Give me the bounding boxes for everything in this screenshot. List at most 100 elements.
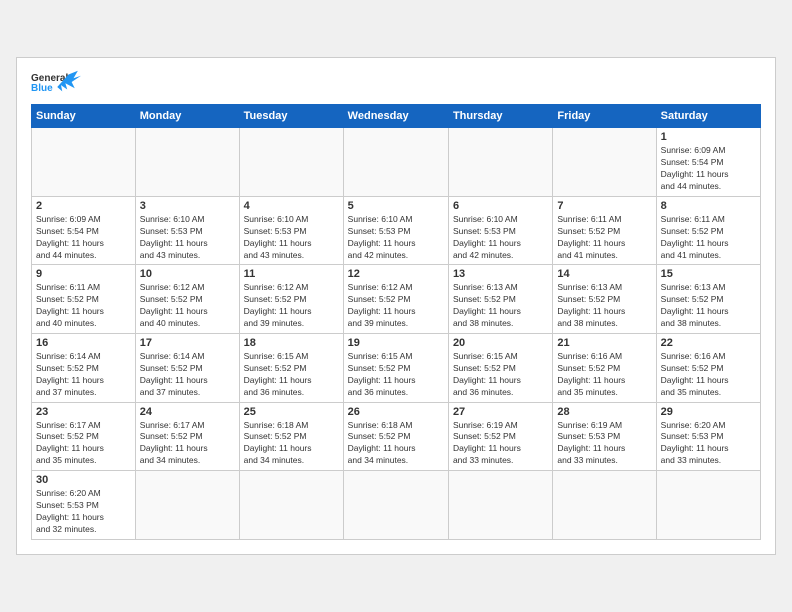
day-number: 2	[36, 200, 131, 212]
empty-cell	[343, 128, 448, 197]
day-cell-3: 3 Sunrise: 6:10 AM Sunset: 5:53 PM Daylig…	[135, 196, 239, 265]
logo: General Blue	[31, 68, 81, 96]
day-info: Sunrise: 6:17 AM Sunset: 5:52 PM Dayligh…	[36, 420, 131, 468]
day-info: Sunrise: 6:13 AM Sunset: 5:52 PM Dayligh…	[557, 282, 651, 330]
day-cell-18: 18 Sunrise: 6:15 AM Sunset: 5:52 PM Dayli…	[239, 334, 343, 403]
day-number: 23	[36, 406, 131, 418]
logo-icon: General Blue	[31, 68, 81, 96]
day-cell-24: 24Sunrise: 6:17 AM Sunset: 5:52 PM Dayli…	[135, 402, 239, 471]
calendar-container: General Blue SundayMondayTuesdayWednesda…	[16, 57, 776, 554]
day-number: 16	[36, 337, 131, 349]
day-number: 18	[244, 337, 339, 349]
day-info: Sunrise: 6:09 AM Sunset: 5:54 PM Dayligh…	[661, 145, 756, 193]
day-number: 29	[661, 406, 756, 418]
day-cell-23: 23 Sunrise: 6:17 AM Sunset: 5:52 PM Dayli…	[32, 402, 136, 471]
empty-cell	[553, 471, 656, 540]
weekday-header-wednesday: Wednesday	[343, 105, 448, 128]
calendar-row-2: 9Sunrise: 6:11 AM Sunset: 5:52 PM Daylig…	[32, 265, 761, 334]
day-number: 1	[661, 131, 756, 143]
day-info: Sunrise: 6:10 AM Sunset: 5:53 PM Dayligh…	[244, 214, 339, 262]
day-number: 28	[557, 406, 651, 418]
day-number: 21	[557, 337, 651, 349]
empty-cell	[135, 471, 239, 540]
day-cell-21: 21 Sunrise: 6:16 AM Sunset: 5:52 PM Dayli…	[553, 334, 656, 403]
day-info: Sunrise: 6:15 AM Sunset: 5:52 PM Dayligh…	[244, 351, 339, 399]
day-cell-29: 29 Sunrise: 6:20 AM Sunset: 5:53 PM Dayli…	[656, 402, 760, 471]
calendar-row-3: 16 Sunrise: 6:14 AM Sunset: 5:52 PM Dayli…	[32, 334, 761, 403]
day-cell-19: 19Sunrise: 6:15 AM Sunset: 5:52 PM Dayli…	[343, 334, 448, 403]
day-info: Sunrise: 6:10 AM Sunset: 5:53 PM Dayligh…	[140, 214, 235, 262]
calendar-row-0: 1 Sunrise: 6:09 AM Sunset: 5:54 PM Daylig…	[32, 128, 761, 197]
day-cell-16: 16 Sunrise: 6:14 AM Sunset: 5:52 PM Dayli…	[32, 334, 136, 403]
day-cell-9: 9Sunrise: 6:11 AM Sunset: 5:52 PM Daylig…	[32, 265, 136, 334]
calendar-table: SundayMondayTuesdayWednesdayThursdayFrid…	[31, 104, 761, 539]
day-info: Sunrise: 6:19 AM Sunset: 5:53 PM Dayligh…	[557, 420, 651, 468]
day-cell-17: 17 Sunrise: 6:14 AM Sunset: 5:52 PM Dayli…	[135, 334, 239, 403]
day-number: 10	[140, 268, 235, 280]
day-info: Sunrise: 6:16 AM Sunset: 5:52 PM Dayligh…	[661, 351, 756, 399]
day-number: 9	[36, 268, 131, 280]
weekday-header-sunday: Sunday	[32, 105, 136, 128]
weekday-header-saturday: Saturday	[656, 105, 760, 128]
day-number: 8	[661, 200, 756, 212]
day-number: 25	[244, 406, 339, 418]
day-number: 11	[244, 268, 339, 280]
day-info: Sunrise: 6:17 AM Sunset: 5:52 PM Dayligh…	[140, 420, 235, 468]
day-info: Sunrise: 6:13 AM Sunset: 5:52 PM Dayligh…	[661, 282, 756, 330]
empty-cell	[135, 128, 239, 197]
day-number: 30	[36, 474, 131, 486]
day-cell-11: 11 Sunrise: 6:12 AM Sunset: 5:52 PM Dayli…	[239, 265, 343, 334]
day-info: Sunrise: 6:20 AM Sunset: 5:53 PM Dayligh…	[36, 488, 131, 536]
day-info: Sunrise: 6:11 AM Sunset: 5:52 PM Dayligh…	[557, 214, 651, 262]
day-number: 20	[453, 337, 548, 349]
day-cell-15: 15Sunrise: 6:13 AM Sunset: 5:52 PM Dayli…	[656, 265, 760, 334]
day-info: Sunrise: 6:11 AM Sunset: 5:52 PM Dayligh…	[661, 214, 756, 262]
empty-cell	[553, 128, 656, 197]
empty-cell	[656, 471, 760, 540]
empty-cell	[343, 471, 448, 540]
day-info: Sunrise: 6:12 AM Sunset: 5:52 PM Dayligh…	[348, 282, 444, 330]
day-info: Sunrise: 6:15 AM Sunset: 5:52 PM Dayligh…	[348, 351, 444, 399]
day-cell-25: 25 Sunrise: 6:18 AM Sunset: 5:52 PM Dayli…	[239, 402, 343, 471]
day-cell-22: 22Sunrise: 6:16 AM Sunset: 5:52 PM Dayli…	[656, 334, 760, 403]
day-number: 13	[453, 268, 548, 280]
day-info: Sunrise: 6:16 AM Sunset: 5:52 PM Dayligh…	[557, 351, 651, 399]
day-info: Sunrise: 6:12 AM Sunset: 5:52 PM Dayligh…	[244, 282, 339, 330]
empty-cell	[32, 128, 136, 197]
day-info: Sunrise: 6:14 AM Sunset: 5:52 PM Dayligh…	[140, 351, 235, 399]
day-cell-26: 26 Sunrise: 6:18 AM Sunset: 5:52 PM Dayli…	[343, 402, 448, 471]
day-cell-4: 4Sunrise: 6:10 AM Sunset: 5:53 PM Daylig…	[239, 196, 343, 265]
day-cell-27: 27Sunrise: 6:19 AM Sunset: 5:52 PM Dayli…	[448, 402, 552, 471]
day-cell-10: 10Sunrise: 6:12 AM Sunset: 5:52 PM Dayli…	[135, 265, 239, 334]
day-info: Sunrise: 6:14 AM Sunset: 5:52 PM Dayligh…	[36, 351, 131, 399]
day-info: Sunrise: 6:18 AM Sunset: 5:52 PM Dayligh…	[244, 420, 339, 468]
empty-cell	[239, 471, 343, 540]
day-cell-6: 6 Sunrise: 6:10 AM Sunset: 5:53 PM Daylig…	[448, 196, 552, 265]
empty-cell	[239, 128, 343, 197]
calendar-row-1: 2Sunrise: 6:09 AM Sunset: 5:54 PM Daylig…	[32, 196, 761, 265]
weekday-header-row: SundayMondayTuesdayWednesdayThursdayFrid…	[32, 105, 761, 128]
weekday-header-monday: Monday	[135, 105, 239, 128]
weekday-header-tuesday: Tuesday	[239, 105, 343, 128]
day-number: 3	[140, 200, 235, 212]
weekday-header-thursday: Thursday	[448, 105, 552, 128]
day-cell-8: 8 Sunrise: 6:11 AM Sunset: 5:52 PM Daylig…	[656, 196, 760, 265]
day-cell-28: 28 Sunrise: 6:19 AM Sunset: 5:53 PM Dayli…	[553, 402, 656, 471]
day-number: 17	[140, 337, 235, 349]
empty-cell	[448, 471, 552, 540]
day-info: Sunrise: 6:10 AM Sunset: 5:53 PM Dayligh…	[453, 214, 548, 262]
day-cell-30: 30 Sunrise: 6:20 AM Sunset: 5:53 PM Dayli…	[32, 471, 136, 540]
day-info: Sunrise: 6:13 AM Sunset: 5:52 PM Dayligh…	[453, 282, 548, 330]
day-info: Sunrise: 6:18 AM Sunset: 5:52 PM Dayligh…	[348, 420, 444, 468]
day-cell-14: 14 Sunrise: 6:13 AM Sunset: 5:52 PM Dayli…	[553, 265, 656, 334]
svg-text:Blue: Blue	[31, 83, 53, 94]
day-number: 26	[348, 406, 444, 418]
weekday-header-friday: Friday	[553, 105, 656, 128]
day-number: 6	[453, 200, 548, 212]
day-number: 14	[557, 268, 651, 280]
day-number: 27	[453, 406, 548, 418]
day-cell-1: 1 Sunrise: 6:09 AM Sunset: 5:54 PM Daylig…	[656, 128, 760, 197]
day-info: Sunrise: 6:20 AM Sunset: 5:53 PM Dayligh…	[661, 420, 756, 468]
calendar-header: General Blue	[31, 68, 761, 96]
day-cell-12: 12Sunrise: 6:12 AM Sunset: 5:52 PM Dayli…	[343, 265, 448, 334]
